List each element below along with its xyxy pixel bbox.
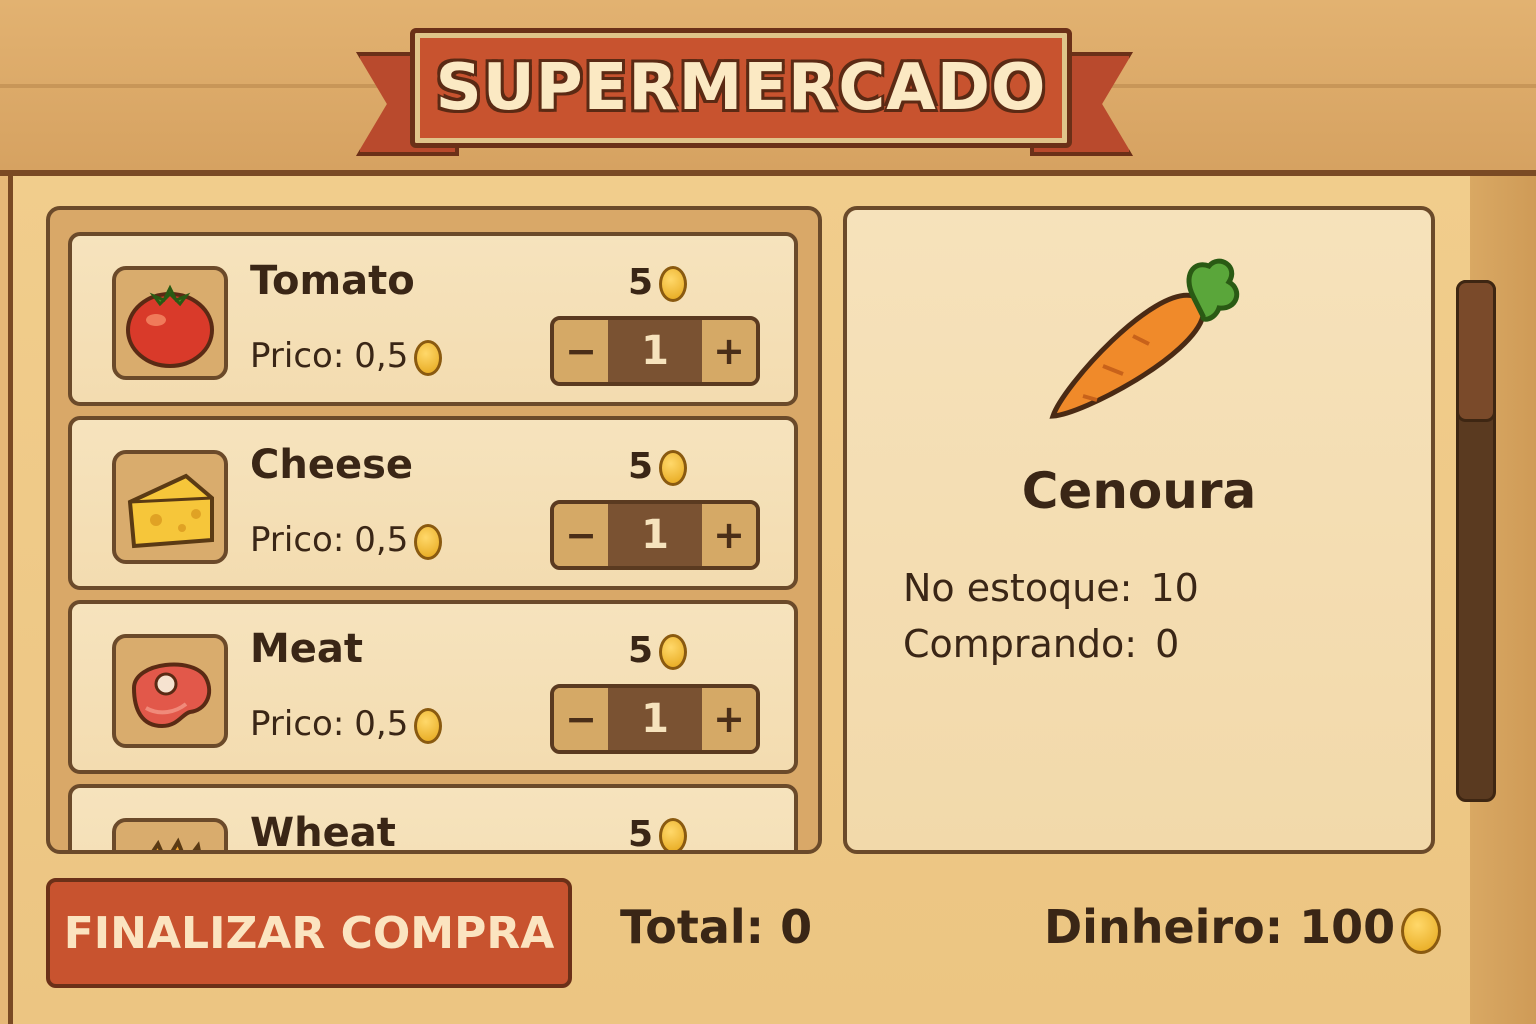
quantity-stepper[interactable]: − 1 +: [550, 500, 760, 570]
quantity-value: 1: [608, 688, 702, 750]
detail-buying-row: Comprando: 0: [903, 622, 1179, 666]
price-label: Prico:: [250, 336, 345, 376]
quantity-stepper[interactable]: − 1 +: [550, 316, 760, 386]
buying-value: 0: [1155, 622, 1180, 666]
price-value: 0,5: [354, 520, 409, 560]
price-label: Prico:: [250, 704, 345, 744]
coin-icon: [414, 707, 443, 744]
decrement-button[interactable]: −: [554, 688, 608, 750]
scrollbar-thumb[interactable]: [1456, 280, 1496, 422]
stock-value: 10: [1150, 566, 1199, 610]
meat-icon: [131, 662, 212, 729]
detail-item-name: Cenoura: [1021, 462, 1257, 520]
title-banner: SUPERMERCADO: [410, 28, 1072, 148]
item-icon-box: [112, 266, 228, 380]
total-label: Total:: [620, 900, 765, 954]
total-display: Total: 0: [620, 900, 812, 954]
price-value: 0,5: [354, 704, 409, 744]
finish-purchase-button[interactable]: FINALIZAR COMPRA: [46, 878, 572, 988]
tomato-icon: [126, 284, 214, 368]
money-display: Dinheiro: 100: [1044, 900, 1442, 954]
item-stock: 5: [628, 446, 688, 487]
item-stock: 5: [628, 262, 688, 303]
item-icon-box: [112, 634, 228, 748]
cheese-icon: [127, 473, 214, 549]
item-price: Prico: 0,5: [250, 704, 443, 744]
item-row-cheese[interactable]: Cheese Prico: 0,5 5 − 1 +: [68, 416, 798, 590]
stock-value: 5: [628, 630, 654, 671]
coin-icon: [659, 634, 688, 670]
wheat-icon: [151, 837, 201, 850]
stock-value: 5: [628, 814, 654, 854]
increment-button[interactable]: +: [702, 504, 756, 566]
increment-button[interactable]: +: [702, 320, 756, 382]
item-price: Prico: 0,5: [250, 336, 443, 376]
item-price: Prico: 0,5: [250, 520, 443, 560]
coin-icon: [659, 450, 688, 486]
item-name: Cheese: [250, 442, 414, 488]
quantity-value: 1: [608, 504, 702, 566]
page-title: SUPERMERCADO: [435, 51, 1047, 125]
buying-label: Comprando:: [903, 622, 1138, 666]
stock-value: 5: [628, 262, 654, 303]
item-name: Wheat: [250, 810, 396, 854]
coin-icon: [414, 523, 443, 560]
price-value: 0,5: [354, 336, 409, 376]
item-row-wheat[interactable]: Wheat 5: [68, 784, 798, 854]
item-icon-box: [112, 818, 228, 850]
item-name: Tomato: [250, 258, 415, 304]
decrement-button[interactable]: −: [554, 320, 608, 382]
increment-button[interactable]: +: [702, 688, 756, 750]
item-name: Meat: [250, 626, 364, 672]
item-stock: 5: [628, 814, 688, 854]
coin-icon: [414, 339, 443, 376]
coin-icon: [659, 818, 688, 850]
detail-stock-row: No estoque: 10: [903, 566, 1199, 610]
money-value: 100: [1299, 900, 1396, 954]
carrot-icon: [1049, 258, 1240, 419]
price-label: Prico:: [250, 520, 345, 560]
item-detail-panel: Cenoura No estoque: 10 Comprando: 0: [843, 206, 1435, 854]
coin-icon: [1401, 907, 1442, 954]
coin-icon: [659, 266, 688, 302]
stock-label: No estoque:: [903, 566, 1133, 610]
decrement-button[interactable]: −: [554, 504, 608, 566]
item-stock: 5: [628, 630, 688, 671]
quantity-value: 1: [608, 320, 702, 382]
item-row-tomato[interactable]: Tomato Prico: 0,5 5 − 1 +: [68, 232, 798, 406]
total-value: 0: [780, 900, 813, 954]
item-icon-box: [112, 450, 228, 564]
item-list[interactable]: Tomato Prico: 0,5 5 − 1 + Cheese Prico: 0,…: [46, 206, 822, 854]
stock-value: 5: [628, 446, 654, 487]
item-row-meat[interactable]: Meat Prico: 0,5 5 − 1 +: [68, 600, 798, 774]
quantity-stepper[interactable]: − 1 +: [550, 684, 760, 754]
money-label: Dinheiro:: [1044, 900, 1284, 954]
